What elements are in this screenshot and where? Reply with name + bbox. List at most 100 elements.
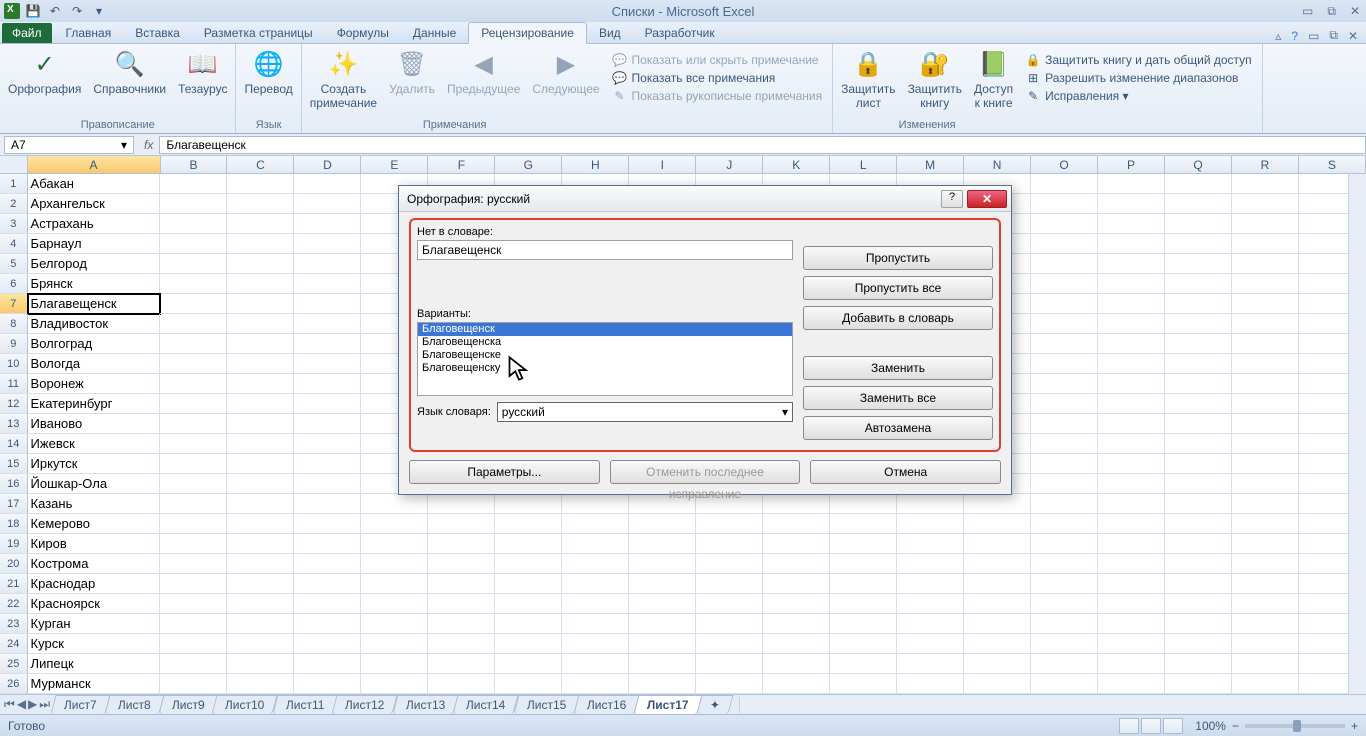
- cell-Q22[interactable]: [1165, 594, 1232, 614]
- cell-L26[interactable]: [830, 674, 897, 694]
- cell-P21[interactable]: [1098, 574, 1165, 594]
- cell-R5[interactable]: [1232, 254, 1299, 274]
- cell-G23[interactable]: [495, 614, 562, 634]
- cell-P8[interactable]: [1098, 314, 1165, 334]
- cell-D10[interactable]: [294, 354, 361, 374]
- cell-F23[interactable]: [428, 614, 495, 634]
- cell-Q26[interactable]: [1165, 674, 1232, 694]
- cell-B11[interactable]: [160, 374, 227, 394]
- cell-K18[interactable]: [763, 514, 830, 534]
- protect-book-button[interactable]: 🔐Защитить книгу: [906, 48, 964, 110]
- redo-icon[interactable]: ↷: [68, 2, 86, 20]
- cell-A6[interactable]: Брянск: [28, 274, 161, 294]
- cell-C21[interactable]: [227, 574, 294, 594]
- cell-H24[interactable]: [562, 634, 629, 654]
- cell-M25[interactable]: [897, 654, 964, 674]
- col-header-Q[interactable]: Q: [1165, 156, 1232, 173]
- cell-C25[interactable]: [227, 654, 294, 674]
- sheet-tab-Лист8[interactable]: Лист8: [104, 695, 164, 714]
- cell-M26[interactable]: [897, 674, 964, 694]
- cell-C24[interactable]: [227, 634, 294, 654]
- cell-E24[interactable]: [361, 634, 428, 654]
- cell-I26[interactable]: [629, 674, 696, 694]
- cell-Q3[interactable]: [1165, 214, 1232, 234]
- cell-P17[interactable]: [1098, 494, 1165, 514]
- cell-Q7[interactable]: [1165, 294, 1232, 314]
- cell-E25[interactable]: [361, 654, 428, 674]
- col-header-K[interactable]: K: [763, 156, 830, 173]
- cell-Q2[interactable]: [1165, 194, 1232, 214]
- tab-Главная[interactable]: Главная: [54, 23, 124, 43]
- row-header-1[interactable]: 1: [0, 174, 28, 194]
- cell-A14[interactable]: Ижевск: [28, 434, 161, 454]
- cell-O17[interactable]: [1031, 494, 1098, 514]
- col-header-R[interactable]: R: [1232, 156, 1299, 173]
- research-button[interactable]: 🔍Справочники: [91, 48, 168, 96]
- row-header-13[interactable]: 13: [0, 414, 28, 434]
- row-header-16[interactable]: 16: [0, 474, 28, 494]
- cell-P16[interactable]: [1098, 474, 1165, 494]
- cell-Q12[interactable]: [1165, 394, 1232, 414]
- new-sheet-tab[interactable]: ✦: [697, 695, 734, 714]
- cell-J26[interactable]: [696, 674, 763, 694]
- cell-A22[interactable]: Красноярск: [28, 594, 161, 614]
- col-header-A[interactable]: A: [28, 156, 161, 173]
- cell-L24[interactable]: [830, 634, 897, 654]
- cell-O21[interactable]: [1031, 574, 1098, 594]
- cell-A4[interactable]: Барнаул: [28, 234, 161, 254]
- sheet-tab-Лист16[interactable]: Лист16: [573, 695, 640, 714]
- horizontal-scrollbar[interactable]: [739, 697, 1366, 713]
- tab-Формулы[interactable]: Формулы: [325, 23, 401, 43]
- cell-O11[interactable]: [1031, 374, 1098, 394]
- col-header-G[interactable]: G: [495, 156, 562, 173]
- col-header-M[interactable]: M: [897, 156, 964, 173]
- sheet-tab-Лист11[interactable]: Лист11: [272, 695, 338, 714]
- allow-ranges-button[interactable]: ⊞Разрешить изменение диапазонов: [1021, 70, 1256, 86]
- cell-P26[interactable]: [1098, 674, 1165, 694]
- cell-G18[interactable]: [495, 514, 562, 534]
- cell-I25[interactable]: [629, 654, 696, 674]
- cell-R26[interactable]: [1232, 674, 1299, 694]
- col-header-P[interactable]: P: [1098, 156, 1165, 173]
- cancel-button[interactable]: Отмена: [810, 460, 1001, 484]
- cell-J21[interactable]: [696, 574, 763, 594]
- cell-A17[interactable]: Казань: [28, 494, 161, 514]
- tab-Рецензирование[interactable]: Рецензирование: [468, 22, 587, 44]
- cell-D21[interactable]: [294, 574, 361, 594]
- normal-view-button[interactable]: [1119, 718, 1139, 734]
- cell-Q14[interactable]: [1165, 434, 1232, 454]
- cell-R9[interactable]: [1232, 334, 1299, 354]
- cell-Q18[interactable]: [1165, 514, 1232, 534]
- cell-O7[interactable]: [1031, 294, 1098, 314]
- sheet-tab-Лист17[interactable]: Лист17: [634, 695, 703, 714]
- cell-C5[interactable]: [227, 254, 294, 274]
- protect-sheet-button[interactable]: 🔒Защитить лист: [839, 48, 897, 110]
- col-header-O[interactable]: O: [1031, 156, 1098, 173]
- col-header-S[interactable]: S: [1299, 156, 1366, 173]
- cell-D11[interactable]: [294, 374, 361, 394]
- suggestion-item[interactable]: Благовещенске: [418, 349, 792, 362]
- cell-R20[interactable]: [1232, 554, 1299, 574]
- share-book-button[interactable]: 📗Доступ к книге: [972, 48, 1015, 110]
- cell-R15[interactable]: [1232, 454, 1299, 474]
- cell-C15[interactable]: [227, 454, 294, 474]
- cell-A24[interactable]: Курск: [28, 634, 161, 654]
- close-button[interactable]: ✕: [1350, 4, 1360, 19]
- cell-H25[interactable]: [562, 654, 629, 674]
- cell-A10[interactable]: Вологда: [28, 354, 161, 374]
- cell-P22[interactable]: [1098, 594, 1165, 614]
- vertical-scrollbar[interactable]: [1348, 174, 1366, 694]
- cell-J19[interactable]: [696, 534, 763, 554]
- cell-Q20[interactable]: [1165, 554, 1232, 574]
- cell-C10[interactable]: [227, 354, 294, 374]
- cell-G22[interactable]: [495, 594, 562, 614]
- cell-M19[interactable]: [897, 534, 964, 554]
- cell-B12[interactable]: [160, 394, 227, 414]
- dialog-help-button[interactable]: ?: [941, 190, 963, 208]
- cell-C22[interactable]: [227, 594, 294, 614]
- autocorrect-button[interactable]: Автозамена: [803, 416, 993, 440]
- cell-D5[interactable]: [294, 254, 361, 274]
- cell-B16[interactable]: [160, 474, 227, 494]
- row-header-25[interactable]: 25: [0, 654, 28, 674]
- spelling-button[interactable]: ✓Орфография: [6, 48, 83, 96]
